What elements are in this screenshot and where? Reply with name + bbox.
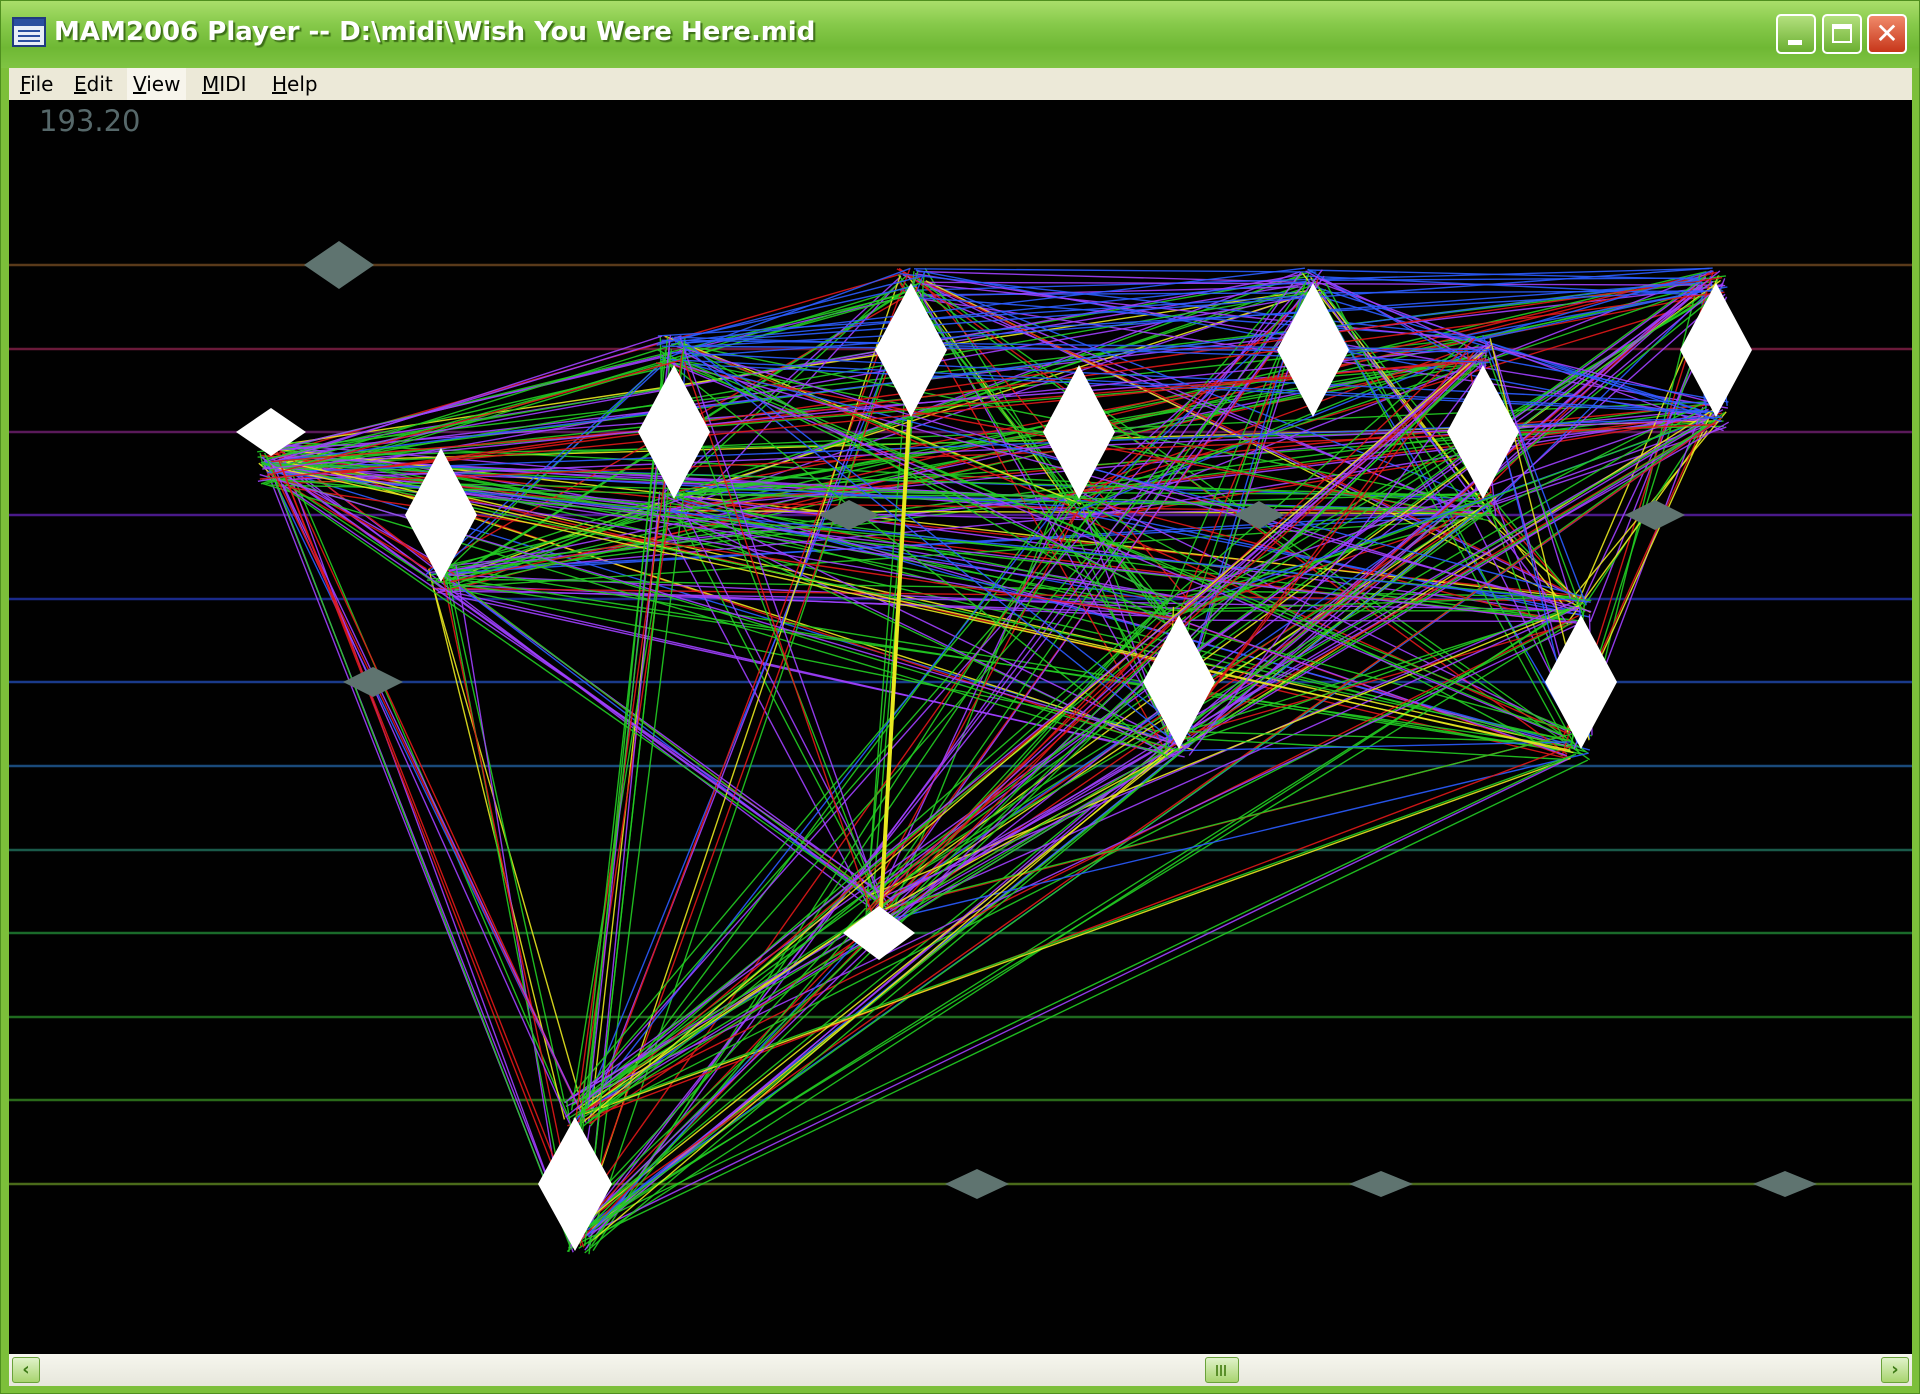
scroll-left-button[interactable]: ‹ (12, 1357, 40, 1383)
maximize-button[interactable] (1822, 14, 1862, 54)
chord-connection-line (1189, 619, 1577, 623)
note-graph-svg (9, 241, 1912, 1255)
minimize-button[interactable] (1776, 14, 1816, 54)
ghost-note-diamond (945, 1169, 1009, 1199)
chord-connection-line (913, 268, 1317, 273)
grip-icon (1216, 1365, 1228, 1376)
menu-bar: File Edit View MIDI Help (9, 68, 1912, 100)
ghost-note-diamond (1349, 1171, 1413, 1197)
ghost-note-diamond (304, 241, 374, 289)
menu-view[interactable]: View (127, 68, 187, 100)
menu-help[interactable]: Help (266, 68, 324, 100)
close-icon: ✕ (1875, 17, 1899, 50)
menu-edit[interactable]: Edit (68, 68, 119, 100)
window-title: MAM2006 Player -- D:\midi\Wish You Were … (54, 17, 816, 47)
maximize-icon (1832, 24, 1852, 43)
close-button[interactable]: ✕ (1867, 14, 1907, 54)
chord-connection-line (565, 364, 1483, 1118)
scroll-right-button[interactable]: › (1881, 1357, 1909, 1383)
ghost-note-diamond (343, 667, 403, 697)
chord-connection-line (444, 565, 566, 1103)
chord-connection-line (440, 565, 582, 1247)
horizontal-scrollbar[interactable]: ‹ › (9, 1354, 1912, 1386)
chord-connection-line (588, 285, 1704, 1238)
time-readout: 193.20 (39, 104, 141, 138)
chord-connection-line (443, 574, 884, 897)
menu-file[interactable]: File (14, 68, 59, 100)
ghost-note-diamond (1753, 1171, 1817, 1197)
title-bar[interactable]: MAM2006 Player -- D:\midi\Wish You Were … (1, 1, 1919, 68)
scroll-thumb[interactable] (1205, 1357, 1239, 1383)
app-icon[interactable] (12, 17, 46, 47)
minimize-icon (1788, 40, 1802, 45)
menu-midi[interactable]: MIDI (196, 68, 252, 100)
music-visualization-canvas[interactable]: 193.20 (9, 100, 1912, 1354)
chord-connection-line (283, 457, 568, 1231)
app-window: MAM2006 Player -- D:\midi\Wish You Were … (0, 0, 1920, 1394)
